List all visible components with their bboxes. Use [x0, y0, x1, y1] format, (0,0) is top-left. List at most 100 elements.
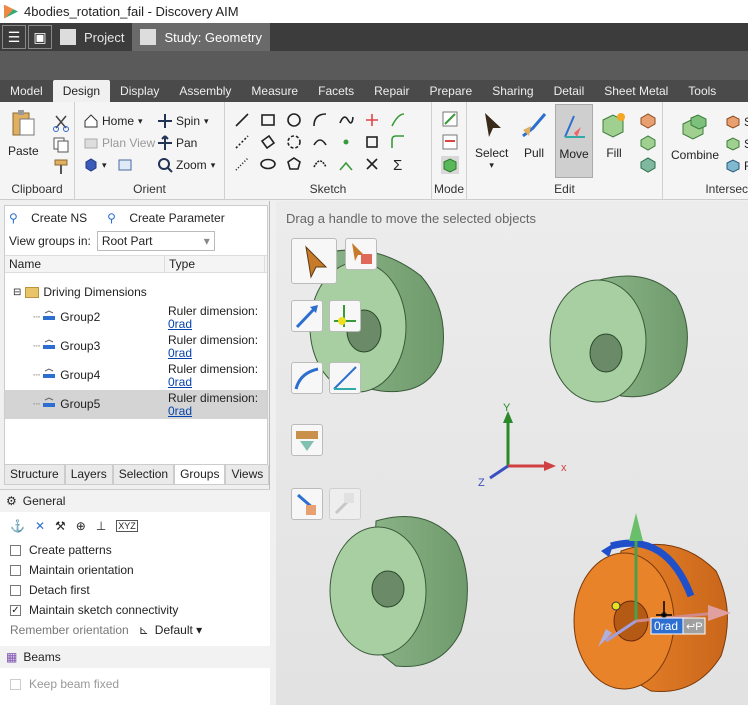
keep-beam-fixed-checkbox[interactable]: [10, 678, 21, 690]
panel-tab-structure[interactable]: Structure: [4, 465, 65, 485]
ribbon-tab-display[interactable]: Display: [110, 80, 169, 102]
format-painter-icon[interactable]: [52, 158, 70, 176]
group-row[interactable]: ┄ Group2 Ruler dimension: 0rad: [5, 303, 267, 332]
tangent-line-icon[interactable]: [233, 133, 251, 151]
panel-tab-groups[interactable]: Groups: [174, 465, 226, 485]
create-ns-button[interactable]: ⚲ Create NS: [9, 211, 97, 225]
replace-icon[interactable]: [639, 156, 657, 174]
bend-icon[interactable]: [389, 111, 407, 129]
blend-icon[interactable]: [639, 134, 657, 152]
keep-beam-fixed-option[interactable]: Keep beam fixed: [0, 674, 270, 694]
complete-button[interactable]: [291, 488, 323, 520]
dimension-icon[interactable]: ⊥: [96, 519, 106, 533]
column-type[interactable]: Type: [165, 256, 265, 272]
column-name[interactable]: Name: [5, 256, 165, 272]
group-value-link[interactable]: 0rad: [168, 375, 192, 389]
panel-tab-views[interactable]: Views: [225, 465, 270, 485]
plan-view-button[interactable]: Plan View: [83, 133, 155, 153]
sketch-mode-icon[interactable]: [441, 110, 459, 128]
save-icon[interactable]: ▣: [28, 25, 52, 49]
group-value-link[interactable]: 0rad: [168, 346, 192, 360]
cut-icon[interactable]: [52, 114, 70, 132]
project-tab[interactable]: Project: [52, 23, 132, 51]
move-direction-icon[interactable]: ✕: [35, 519, 45, 533]
group-row[interactable]: ┄ Group5 Ruler dimension: 0rad: [5, 390, 267, 419]
three-point-rectangle-icon[interactable]: [259, 133, 277, 151]
ribbon-tab-tools[interactable]: Tools: [678, 80, 726, 102]
ellipse-icon[interactable]: [259, 155, 277, 173]
group-row[interactable]: ┄ Group4 Ruler dimension: 0rad: [5, 361, 267, 390]
y-arrow-icon[interactable]: [629, 513, 643, 541]
rectangle-icon[interactable]: [259, 111, 277, 129]
ruler-icon[interactable]: ⚒: [55, 519, 66, 533]
maintain-orientation-option[interactable]: Maintain orientation: [0, 560, 270, 580]
select-body-button[interactable]: [345, 238, 377, 270]
detach-first-option[interactable]: Detach first: [0, 580, 270, 600]
3d-viewport[interactable]: Drag a handle to move the selected objec…: [276, 201, 748, 705]
beams-section[interactable]: ▦ Beams: [0, 646, 270, 668]
section-mode-icon[interactable]: [441, 133, 459, 151]
maintain-orientation-checkbox[interactable]: [10, 564, 21, 576]
create-parameter-button[interactable]: ⚲ Create Parameter: [107, 211, 235, 225]
project-icon[interactable]: [337, 155, 355, 173]
ribbon-tab-repair[interactable]: Repair: [364, 80, 419, 102]
sweep-arc-icon[interactable]: [311, 133, 329, 151]
ribbon-tab-prepare[interactable]: Prepare: [419, 80, 482, 102]
pan-button[interactable]: Pan: [157, 133, 197, 153]
group-row[interactable]: ┄ Group3 Ruler dimension: 0rad: [5, 332, 267, 361]
menu-icon[interactable]: ☰: [2, 25, 26, 49]
view-cube-button[interactable]: ▾: [83, 155, 136, 175]
ribbon-tab-sharing[interactable]: Sharing: [482, 80, 543, 102]
fill-button[interactable]: Fill: [599, 110, 629, 160]
split-line-icon[interactable]: [363, 155, 381, 173]
ribbon-tab-design[interactable]: Design: [52, 80, 111, 102]
split-body-button[interactable]: S: [725, 112, 748, 132]
ribbon-tab-measure[interactable]: Measure: [241, 80, 308, 102]
combine-button[interactable]: Combine: [671, 112, 719, 162]
split-button[interactable]: S: [725, 134, 748, 154]
move-to-button[interactable]: [291, 424, 323, 456]
project-button[interactable]: F: [725, 156, 748, 176]
select-mode-button[interactable]: [291, 238, 337, 284]
move-path-button[interactable]: [291, 362, 323, 394]
3d-mode-icon[interactable]: [441, 156, 459, 174]
fixed-icon[interactable]: ⊕: [76, 519, 86, 533]
ruler-button[interactable]: [329, 362, 361, 394]
move-button[interactable]: Move: [555, 104, 593, 178]
pull-button[interactable]: Pull: [519, 110, 549, 160]
body-2[interactable]: [549, 275, 688, 403]
fillet-icon[interactable]: [389, 133, 407, 151]
group-value-link[interactable]: 0rad: [168, 404, 192, 418]
group-value-link[interactable]: 0rad: [168, 317, 192, 331]
ribbon-tab-model[interactable]: Model: [0, 80, 53, 102]
arc-icon[interactable]: [311, 111, 329, 129]
panel-tab-selection[interactable]: Selection: [112, 465, 175, 485]
paste-button[interactable]: Paste: [8, 108, 39, 158]
zoom-button[interactable]: Zoom ▾: [157, 155, 215, 175]
tree-root[interactable]: ⊟ Driving Dimensions: [13, 285, 147, 299]
tweak-face-icon[interactable]: [639, 112, 657, 130]
sigma-icon[interactable]: Σ: [389, 155, 407, 173]
angle-readout[interactable]: 0rad ↩P: [650, 617, 706, 635]
spline-icon[interactable]: [337, 111, 355, 129]
maintain-sketch-option[interactable]: ✓ Maintain sketch connectivity: [0, 600, 270, 620]
line-icon[interactable]: [233, 111, 251, 129]
ribbon-tab-sheet-metal[interactable]: Sheet Metal: [594, 80, 678, 102]
anchor-icon[interactable]: ⚓: [10, 519, 25, 533]
circle-icon[interactable]: [285, 111, 303, 129]
circle-three-point-icon[interactable]: [285, 133, 303, 151]
view-groups-select[interactable]: Root Part: [96, 231, 215, 251]
three-point-arc-icon[interactable]: [311, 155, 329, 173]
anchor-button[interactable]: [329, 300, 361, 332]
spin-button[interactable]: Spin ▾: [157, 111, 209, 131]
offset-icon[interactable]: [363, 133, 381, 151]
ribbon-tab-assembly[interactable]: Assembly: [169, 80, 241, 102]
collapse-icon[interactable]: ⊟: [13, 287, 21, 298]
create-patterns-checkbox[interactable]: [10, 544, 21, 556]
readout-tag[interactable]: ↩P: [686, 621, 703, 633]
select-button[interactable]: Select ▾: [475, 110, 508, 171]
polygon-icon[interactable]: [285, 155, 303, 173]
move-along-button[interactable]: [291, 300, 323, 332]
xyz-icon[interactable]: XYZ: [116, 520, 138, 532]
cancel-button[interactable]: [329, 488, 361, 520]
